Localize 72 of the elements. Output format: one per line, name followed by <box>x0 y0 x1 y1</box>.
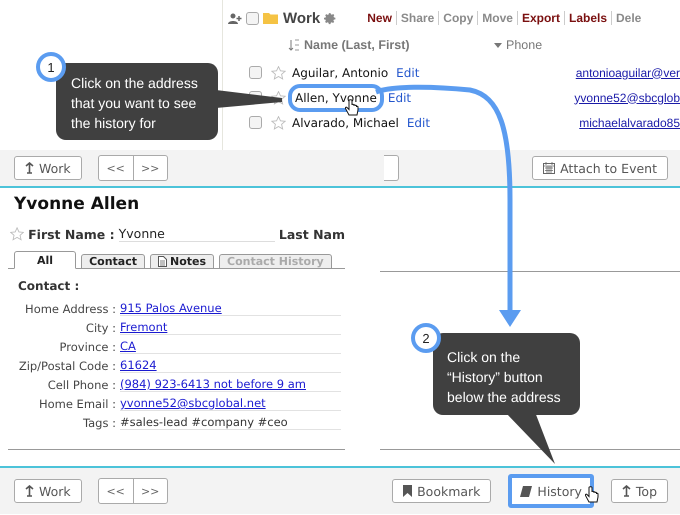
next-button[interactable]: >> <box>132 156 167 180</box>
up-arrow-icon <box>622 485 631 497</box>
bookmark-icon <box>403 485 412 497</box>
tab[interactable]: Contact <box>81 254 145 269</box>
contact-name[interactable]: Aguilar, Antonio <box>292 66 388 80</box>
favorite-star-icon[interactable] <box>10 227 24 241</box>
attach-button[interactable]: Attach to Event <box>532 156 668 180</box>
star-icon[interactable] <box>271 90 286 104</box>
up-arrow-icon <box>25 162 34 174</box>
folder-title: Work <box>283 10 320 26</box>
caret-icon <box>494 42 502 48</box>
field-label: Home Email : <box>38 396 116 410</box>
edit-link[interactable]: Edit <box>406 116 430 130</box>
field-link[interactable]: yvonne52@sbcglobal.net <box>120 396 341 411</box>
previous-button[interactable]: << <box>98 479 133 503</box>
hand-cursor-icon <box>585 486 599 504</box>
contact-name[interactable]: Allen, Yvonne <box>288 84 384 112</box>
note-icon <box>158 256 167 267</box>
book-icon <box>520 486 532 496</box>
field-link[interactable]: 915 Palos Avenue <box>120 301 341 316</box>
select-all-checkbox[interactable] <box>246 12 259 24</box>
callout-pointer <box>216 90 282 108</box>
star-icon[interactable] <box>271 66 286 80</box>
step-number: 2 <box>411 323 441 353</box>
email-link[interactable]: antonioaguilar@ver <box>576 66 680 80</box>
field-link[interactable]: Fremont <box>120 320 341 335</box>
calendar-icon <box>543 162 556 174</box>
step-number: 1 <box>36 52 66 82</box>
field-label: Tags : <box>82 416 116 430</box>
field-label: Province : <box>58 340 116 354</box>
button-edge <box>384 155 399 181</box>
up-arrow-icon <box>25 485 34 497</box>
edit-link[interactable]: Edit <box>396 66 420 80</box>
bookmark-button[interactable]: Bookmark <box>392 479 492 503</box>
toolbar-link[interactable]: Labels <box>564 11 611 25</box>
contact-name[interactable]: Alvarado, Michael <box>292 116 399 130</box>
star-icon[interactable] <box>271 116 286 130</box>
first-name-field[interactable]: Yvonne <box>118 226 275 242</box>
edit-link[interactable]: Edit <box>388 90 412 104</box>
field-label: Last Nam <box>278 226 345 242</box>
back-button[interactable]: Work <box>14 479 82 503</box>
field-label: Zip/Postal Code : <box>18 358 116 372</box>
field-value: #sales-lead #company #ceo <box>120 415 341 430</box>
field-link[interactable]: (984) 923-6413 not before 9 am <box>120 377 341 392</box>
add-person-icon[interactable] <box>228 12 242 24</box>
tab[interactable]: All <box>14 251 76 269</box>
field-label: City : <box>84 320 116 334</box>
section-heading: Contact : <box>18 279 80 293</box>
row-checkbox[interactable] <box>249 66 262 79</box>
toolbar-link[interactable]: Export <box>516 11 564 25</box>
contact-title: Yvonne Allen <box>13 194 140 216</box>
previous-button[interactable]: << <box>98 156 133 180</box>
tab[interactable]: Notes <box>150 254 214 269</box>
settings-icon[interactable] <box>324 12 338 24</box>
top-button[interactable]: Top <box>610 479 668 503</box>
field-link[interactable]: CA <box>120 339 341 354</box>
field-link[interactable]: 61624 <box>120 358 341 373</box>
row-checkbox[interactable] <box>249 116 262 129</box>
sort-icon[interactable] <box>288 39 300 51</box>
column-header[interactable]: Name (Last, First) <box>304 38 494 52</box>
next-button[interactable]: >> <box>132 479 167 503</box>
callout-text: Click on the address that you want to see the history for <box>56 63 218 140</box>
folder-icon <box>263 12 279 24</box>
field-label: Cell Phone : <box>46 378 116 392</box>
field-label: First Name : <box>28 226 115 242</box>
field-label: Home Address : <box>24 302 116 316</box>
email-link[interactable]: yvonne52@sbcglob <box>574 90 680 104</box>
column-header[interactable]: Phone <box>506 38 542 52</box>
toolbar-link[interactable]: New <box>363 11 396 25</box>
back-button[interactable]: Work <box>14 156 82 180</box>
email-link[interactable]: michaelalvarado85 <box>579 116 680 130</box>
history-button[interactable]: History <box>508 474 594 508</box>
